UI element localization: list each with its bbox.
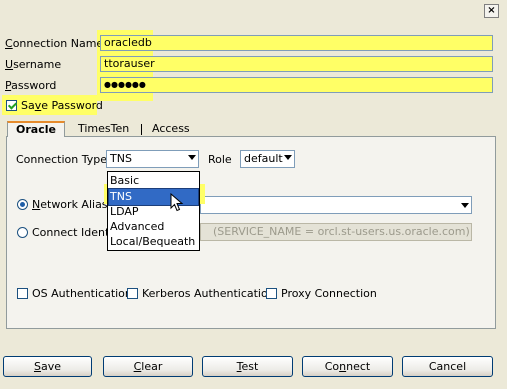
role-select[interactable]: default [240, 150, 295, 168]
network-alias-select[interactable] [200, 196, 472, 214]
close-icon: × [487, 5, 496, 16]
tab-separator [141, 124, 142, 135]
kerberos-authentication-checkbox[interactable] [127, 288, 138, 299]
connection-name-field[interactable]: oracledb [100, 35, 493, 51]
clear-button[interactable]: Clear [103, 356, 193, 377]
connect-identifier-radio[interactable] [17, 227, 28, 238]
chevron-down-icon [188, 155, 196, 160]
password-label: Password [5, 79, 57, 92]
close-window-button[interactable]: × [484, 4, 499, 18]
save-password-label: Save Password [21, 99, 103, 112]
connect-identifier-field[interactable]: (SERVICE_NAME = orcl.st-users.us.oracle.… [200, 223, 472, 241]
save-button[interactable]: Save [3, 356, 92, 377]
os-authentication-label: OS Authentication [32, 287, 132, 300]
username-field[interactable]: ttorauser [100, 56, 493, 72]
network-alias-radio[interactable] [17, 199, 28, 210]
tab-timesten[interactable]: TimesTen [70, 122, 137, 137]
dropdown-option-ldap[interactable]: LDAP [109, 204, 198, 220]
kerberos-authentication-label: Kerberos Authentication [142, 287, 275, 300]
tab-access[interactable]: Access [144, 122, 198, 137]
os-authentication-checkbox[interactable] [17, 288, 28, 299]
connection-type-dropdown-list: Basic TNS LDAP Advanced Local/Bequeath [107, 171, 200, 251]
username-label: Username [5, 58, 62, 71]
mouse-cursor-icon [170, 193, 184, 212]
dropdown-option-local-bequeath[interactable]: Local/Bequeath [109, 234, 198, 250]
connect-button[interactable]: Connect [302, 356, 393, 377]
cancel-button[interactable]: Cancel [402, 356, 493, 377]
save-password-checkbox[interactable] [6, 100, 17, 111]
dropdown-option-advanced[interactable]: Advanced [109, 219, 198, 235]
network-alias-label: Network Alias [32, 198, 108, 211]
chevron-down-icon [284, 155, 292, 160]
connection-type-label: Connection Type [16, 153, 108, 166]
role-label: Role [208, 153, 232, 166]
connection-type-select[interactable]: TNS [106, 150, 199, 168]
password-field[interactable]: ●●●●●● [100, 77, 493, 93]
tab-oracle[interactable]: Oracle [7, 121, 65, 137]
dropdown-option-basic[interactable]: Basic [109, 173, 198, 189]
test-button[interactable]: Test [202, 356, 293, 377]
proxy-connection-checkbox[interactable] [266, 288, 277, 299]
proxy-connection-label: Proxy Connection [281, 287, 377, 300]
connection-name-label: Connection Name [5, 37, 104, 50]
dropdown-option-tns[interactable]: TNS [108, 188, 199, 206]
chevron-down-icon [461, 203, 469, 208]
